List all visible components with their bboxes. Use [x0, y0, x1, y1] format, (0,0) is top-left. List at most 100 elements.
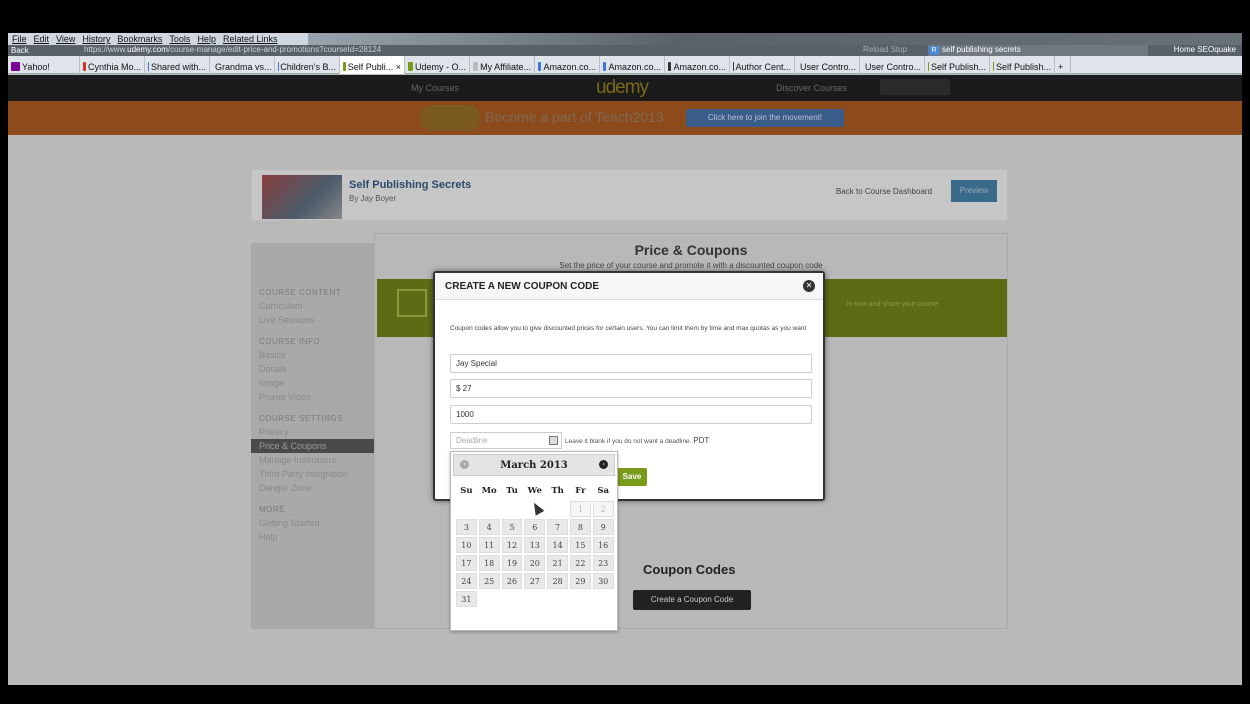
calendar-empty-cell [547, 501, 568, 517]
coupon-price-field[interactable]: $ 27 [450, 379, 812, 398]
tab-label: Amazon.co... [608, 61, 661, 72]
calendar-day[interactable]: 20 [524, 555, 546, 571]
calendar-day[interactable]: 29 [569, 573, 591, 589]
browser-tab[interactable]: Self Publi... × [340, 56, 405, 74]
menu-help[interactable]: Help [197, 34, 216, 44]
browser-tab[interactable]: My Affiliate... [470, 56, 535, 74]
calendar-day[interactable]: 30 [592, 573, 614, 589]
menu-view[interactable]: View [56, 34, 75, 44]
calendar-day[interactable]: 22 [569, 555, 591, 571]
calendar-day[interactable]: 6 [524, 519, 546, 535]
browser-tab[interactable]: Self Publish... [925, 56, 990, 74]
my-courses-link[interactable]: My Courses [411, 83, 459, 93]
back-to-dashboard-button[interactable]: Back to Course Dashboard [830, 181, 938, 203]
calendar-day[interactable]: 18 [478, 555, 500, 571]
web-search-input[interactable]: self publishing secrets [928, 45, 1148, 56]
calendar-day[interactable]: 24 [456, 573, 477, 589]
calendar-day[interactable]: 19 [501, 555, 523, 571]
home-button[interactable]: Home [1174, 45, 1195, 54]
sidebar-item-image[interactable]: Image [251, 376, 374, 390]
browser-tab[interactable]: User Contro... [795, 56, 860, 74]
sidebar-item-details[interactable]: Details [251, 362, 374, 376]
save-button[interactable]: Save [617, 468, 647, 486]
create-coupon-button[interactable]: Create a Coupon Code [633, 590, 751, 610]
browser-tab[interactable]: Grandma vs... [210, 56, 275, 74]
sidebar-heading: COURSE CONTENT [259, 288, 342, 297]
screen: File Edit View History Bookmarks Tools Help Rel… [8, 33, 1242, 685]
calendar-day[interactable]: 9 [592, 519, 614, 535]
calendar-day[interactable]: 12 [501, 537, 523, 553]
deadline-note-text: Leave it blank if you do not want a dead… [565, 438, 692, 445]
browser-tab[interactable]: Amazon.co... [535, 56, 600, 74]
sidebar-item-basics[interactable]: Basics [251, 348, 374, 362]
udemy-logo[interactable]: udemy [596, 77, 649, 99]
sidebar-item-getting-started[interactable]: Getting Started [251, 516, 374, 530]
menu-bookmarks[interactable]: Bookmarks [117, 34, 162, 44]
sidebar-item-price-coupons[interactable]: Price & Coupons [251, 439, 374, 453]
sidebar-item-promo-video[interactable]: Promo Video [251, 390, 374, 404]
calendar-day[interactable]: 26 [501, 573, 523, 589]
stop-label[interactable]: Stop [891, 45, 907, 54]
discover-courses-link[interactable]: Discover Courses [776, 83, 847, 93]
preview-button[interactable]: Preview [951, 180, 997, 202]
sidebar-item-danger-zone[interactable]: Danger Zone [251, 481, 374, 495]
sidebar-item-help[interactable]: Help [251, 530, 374, 544]
calendar-day[interactable]: 25 [478, 573, 500, 589]
calendar-icon[interactable] [549, 436, 558, 445]
calendar-day[interactable]: 2 [592, 501, 614, 517]
browser-tab[interactable]: Amazon.co... [600, 56, 665, 74]
site-search-input[interactable] [880, 79, 950, 95]
calendar-day[interactable]: 31 [456, 591, 477, 607]
back-button[interactable]: Back [11, 46, 29, 55]
calendar-day[interactable]: 11 [478, 537, 500, 553]
menu-file[interactable]: File [12, 34, 27, 44]
browser-tab[interactable]: Yahoo! [8, 56, 80, 74]
url-bar[interactable]: https://www.udemy.com/course-manage/edit… [74, 45, 444, 56]
calendar-day[interactable]: 5 [501, 519, 523, 535]
search-engine-icon[interactable]: R [929, 46, 939, 55]
sidebar-item-manage-instructors[interactable]: Manage Instructors [251, 453, 374, 467]
calendar-day[interactable]: 4 [478, 519, 500, 535]
course-title[interactable]: Self Publishing Secrets [349, 179, 471, 191]
home-links[interactable]: Home SEOquake [1174, 45, 1236, 54]
sidebar-item-live-sessions[interactable]: Live Sessions [251, 313, 374, 327]
join-movement-button[interactable]: Click here to join the movement! [686, 109, 844, 127]
calendar-day[interactable]: 14 [547, 537, 568, 553]
calendar-day[interactable]: 10 [456, 537, 477, 553]
coupon-quota-field[interactable]: 1000 [450, 405, 812, 424]
browser-tab[interactable]: Cynthia Mo... [80, 56, 145, 74]
menu-related-links[interactable]: Related Links [223, 34, 278, 44]
browser-tab[interactable]: Amazon.co... [665, 56, 730, 74]
sidebar-item-third-party-integration[interactable]: Third Party Integration [251, 467, 374, 481]
calendar-day[interactable]: 27 [524, 573, 546, 589]
close-icon[interactable]: ✕ [803, 280, 815, 292]
calendar-day[interactable]: 28 [547, 573, 568, 589]
reload-button[interactable]: Reload Stop [863, 45, 907, 54]
browser-tab[interactable]: User Contro... [860, 56, 925, 74]
browser-tab[interactable]: Udemy - O... [405, 56, 470, 74]
calendar-day[interactable]: 8 [569, 519, 591, 535]
calendar-day[interactable]: 16 [592, 537, 614, 553]
menu-history[interactable]: History [82, 34, 110, 44]
next-month-icon[interactable]: › [599, 460, 608, 469]
calendar-day[interactable]: 3 [456, 519, 477, 535]
calendar-day[interactable]: 13 [524, 537, 546, 553]
sidebar-item-privacy[interactable]: Privacy [251, 425, 374, 439]
deadline-field[interactable]: Deadline [450, 432, 562, 449]
browser-tab[interactable]: Author Cent... [730, 56, 795, 74]
browser-tab[interactable]: Shared with... [145, 56, 210, 74]
sidebar-item-curriculum[interactable]: Curriculum [251, 299, 374, 313]
browser-tab[interactable]: Children's B... [275, 56, 340, 74]
calendar-day[interactable]: 7 [547, 519, 568, 535]
calendar-day[interactable]: 21 [547, 555, 568, 571]
coupon-code-field[interactable]: Jay Special [450, 354, 812, 373]
browser-tab[interactable]: Self Publish... [990, 56, 1055, 74]
seoquake-button[interactable]: SEOquake [1197, 45, 1236, 54]
menu-tools[interactable]: Tools [169, 34, 190, 44]
calendar-day[interactable]: 23 [592, 555, 614, 571]
calendar-day[interactable]: 17 [456, 555, 477, 571]
calendar-day[interactable]: 15 [569, 537, 591, 553]
calendar-day[interactable]: 1 [569, 501, 591, 517]
menu-edit[interactable]: Edit [34, 34, 50, 44]
browser-tab[interactable]: + [1055, 56, 1071, 74]
